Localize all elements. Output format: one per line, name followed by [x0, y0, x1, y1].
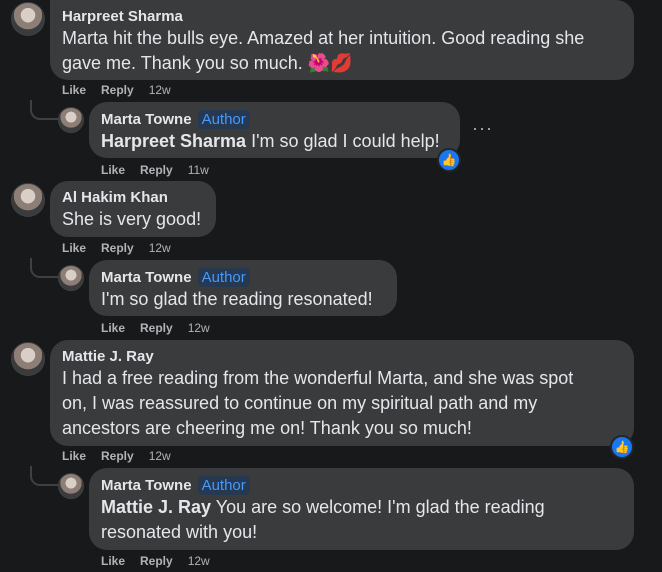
timestamp[interactable]: 12w — [188, 321, 210, 335]
avatar[interactable] — [11, 183, 45, 217]
comment-text-line: on, I was reassured to continue on my sp… — [62, 393, 538, 413]
comment-bubble: Mattie J. Ray I had a free reading from … — [50, 340, 634, 446]
reply-author[interactable]: Marta Towne — [101, 111, 192, 128]
thread-connector — [30, 100, 58, 120]
like-link[interactable]: Like — [101, 321, 125, 335]
like-link[interactable]: Like — [62, 241, 86, 255]
avatar[interactable] — [58, 473, 84, 499]
mention-link[interactable]: Mattie J. Ray — [101, 497, 211, 517]
like-link[interactable]: Like — [62, 83, 86, 97]
like-link[interactable]: Like — [62, 449, 86, 463]
thread-connector — [30, 466, 58, 486]
thread-connector — [30, 258, 58, 278]
like-link[interactable]: Like — [101, 163, 125, 177]
comment-text: I had a free reading from the wonderful … — [62, 366, 622, 441]
reply-author[interactable]: Marta Towne — [101, 269, 192, 286]
reply-actions: Like Reply 12w — [101, 553, 225, 569]
more-options-icon[interactable]: ··· — [472, 118, 493, 139]
reply-text-body: I'm so glad I could help! — [246, 131, 440, 151]
reply-bubble: Marta Towne Author I'm so glad the readin… — [89, 260, 397, 316]
avatar[interactable] — [11, 342, 45, 376]
thumbs-up-icon[interactable]: 👍 — [437, 148, 461, 172]
author-badge: Author — [197, 476, 250, 495]
reply-bubble: Marta Towne Author Harpreet Sharma I'm so… — [89, 102, 460, 158]
comment-author[interactable]: Harpreet Sharma — [62, 8, 622, 26]
comment-text: Marta hit the bulls eye. Amazed at her i… — [62, 26, 622, 76]
avatar[interactable] — [58, 265, 84, 291]
comment-actions: Like Reply 12w — [62, 448, 186, 464]
reply-bubble: Marta Towne Author Mattie J. Ray You are … — [89, 468, 634, 550]
comment-actions: Like Reply 12w — [62, 240, 186, 256]
reply-text: Harpreet Sharma I'm so glad I could help… — [101, 129, 448, 154]
comment-text-line: I had a free reading from the wonderful … — [62, 368, 574, 388]
timestamp[interactable]: 12w — [188, 554, 210, 568]
comment-author[interactable]: Mattie J. Ray — [62, 348, 622, 366]
timestamp[interactable]: 12w — [149, 83, 171, 97]
reply-author[interactable]: Marta Towne — [101, 477, 192, 494]
thumbs-up-icon[interactable]: 👍 — [610, 435, 634, 459]
author-badge: Author — [197, 110, 250, 129]
reply-link[interactable]: Reply — [140, 163, 173, 177]
avatar[interactable] — [58, 107, 84, 133]
like-link[interactable]: Like — [101, 554, 125, 568]
reply-link[interactable]: Reply — [101, 449, 134, 463]
comment-bubble: Al Hakim Khan She is very good! — [50, 181, 216, 237]
reply-header: Marta Towne Author — [101, 110, 448, 129]
comment-text-line: gave me. Thank you so much. 🌺💋 — [62, 53, 353, 73]
timestamp[interactable]: 12w — [149, 241, 171, 255]
comment-text-line: ancestors are cheering me on! Thank you … — [62, 418, 472, 438]
reply-text-line: resonated with you! — [101, 522, 258, 542]
reply-actions: Like Reply 11w — [101, 162, 224, 178]
reply-link[interactable]: Reply — [101, 241, 134, 255]
reply-link[interactable]: Reply — [140, 321, 173, 335]
reply-link[interactable]: Reply — [101, 83, 134, 97]
author-badge: Author — [197, 268, 250, 287]
comment-actions: Like Reply 12w — [62, 82, 186, 98]
reply-text-body: You are so welcome! I'm glad the reading — [211, 497, 545, 517]
comment-text: She is very good! — [62, 209, 202, 229]
comment-text-line: Marta hit the bulls eye. Amazed at her i… — [62, 28, 585, 48]
reply-header: Marta Towne Author — [101, 476, 622, 495]
timestamp[interactable]: 11w — [188, 163, 209, 177]
reply-header: Marta Towne Author — [101, 268, 385, 287]
mention-link[interactable]: Harpreet Sharma — [101, 131, 246, 151]
comment-author[interactable]: Al Hakim Khan — [62, 189, 204, 207]
reply-actions: Like Reply 12w — [101, 320, 225, 336]
reply-text: Mattie J. Ray You are so welcome! I'm gl… — [101, 495, 622, 545]
timestamp[interactable]: 12w — [149, 449, 171, 463]
reply-link[interactable]: Reply — [140, 554, 173, 568]
reply-text: I'm so glad the reading resonated! — [101, 289, 373, 309]
avatar[interactable] — [11, 2, 45, 36]
comment-bubble: Harpreet Sharma Marta hit the bulls eye.… — [50, 0, 634, 80]
